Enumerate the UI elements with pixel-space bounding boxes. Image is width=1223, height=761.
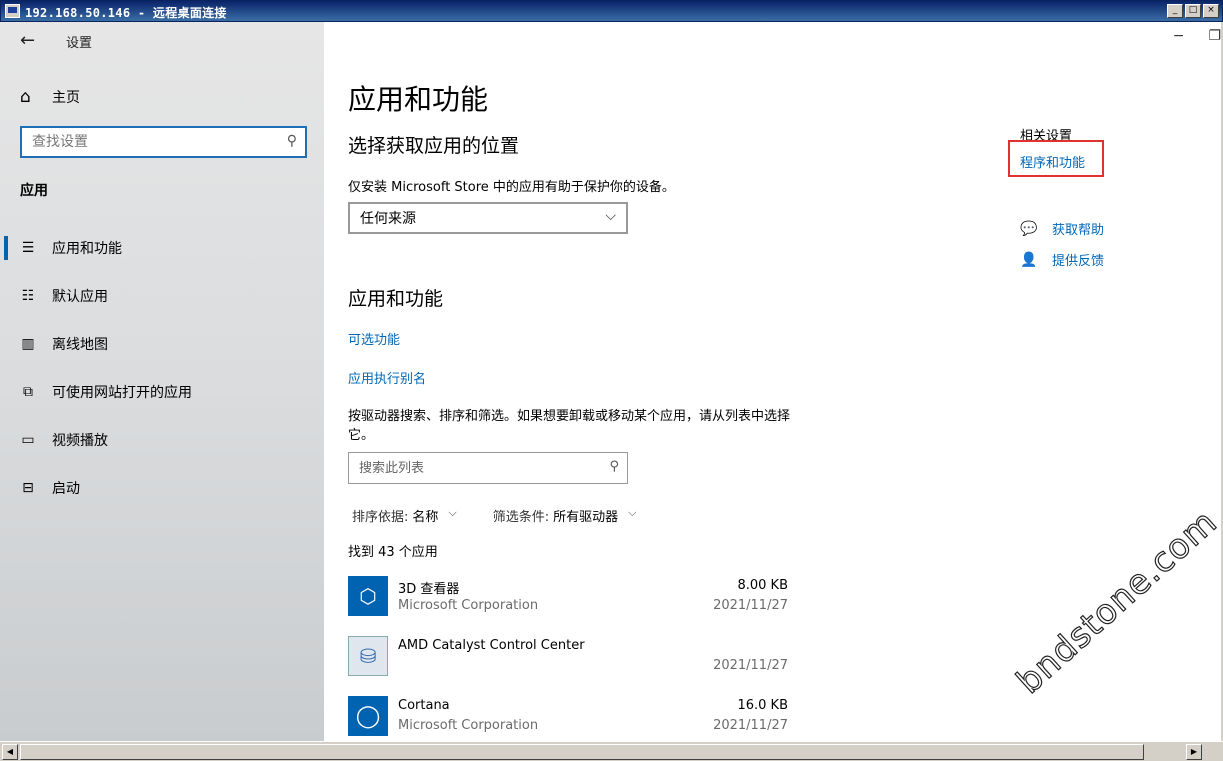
settings-search-input[interactable] (22, 128, 262, 156)
app-count: 找到 43 个应用 (348, 545, 438, 560)
get-help-link[interactable]: 💬 获取帮助 (1020, 219, 1105, 239)
rdp-app-icon (5, 4, 20, 18)
app-list-item[interactable]: ⬡ 3D 查看器 Microsoft Corporation 8.00 KB 2… (348, 576, 788, 626)
sidebar-item-label: 可使用网站打开的应用 (52, 385, 192, 401)
sidebar-item-label: 启动 (52, 481, 80, 497)
search-icon: ⚲ (286, 133, 297, 149)
list-filters: 排序依据: 名称 ⌵ 筛选条件: 所有驱动器 ⌵ (352, 506, 637, 525)
get-help-label: 获取帮助 (1052, 223, 1105, 238)
sort-by-dropdown[interactable]: 排序依据: 名称 ⌵ (352, 506, 457, 525)
sidebar-item-label: 离线地图 (52, 337, 108, 353)
sidebar-item-startup[interactable]: ⊟ 启动 (0, 470, 324, 506)
choose-source-description: 仅安装 Microsoft Store 中的应用有助于保护你的设备。 (348, 180, 675, 195)
app-name: Cortana (398, 698, 450, 713)
default-apps-icon: ☷ (21, 288, 35, 304)
rdp-window-controls: _ □ × (1167, 4, 1219, 18)
installer-package-icon: ⛁ (348, 636, 388, 676)
apps-features-heading: 应用和功能 (348, 288, 444, 310)
app-execution-alias-link[interactable]: 应用执行别名 (348, 368, 426, 387)
scroll-left-arrow-icon[interactable]: ◀ (2, 744, 18, 760)
back-arrow-icon[interactable]: ← (20, 30, 35, 51)
web-app-icon: ⧉ (23, 384, 33, 400)
app-source-dropdown[interactable]: 任何来源 ⌵ (348, 202, 628, 234)
choose-source-heading: 选择获取应用的位置 (348, 135, 520, 157)
sidebar: ← 设置 ⌂ 主页 ⚲ 应用 ☰ 应用和功能 ☷ 默认应用 ▥ 离线地图 ⧉ 可… (0, 22, 324, 741)
app-list-item[interactable]: ⛁ AMD Catalyst Control Center 2021/11/27 (348, 636, 788, 686)
filter-by-label: 筛选条件: (492, 510, 550, 525)
sort-by-label: 排序依据: (352, 510, 409, 525)
app-date: 2021/11/27 (713, 718, 788, 733)
map-icon: ▥ (21, 336, 35, 352)
give-feedback-label: 提供反馈 (1052, 254, 1105, 269)
scroll-right-arrow-icon[interactable]: ▶ (1186, 744, 1202, 760)
rdp-window-title: 192.168.50.146 - 远程桌面连接 (25, 6, 227, 20)
horizontal-scrollbar[interactable]: ◀ ▶ (0, 741, 1223, 761)
app-date: 2021/11/27 (713, 598, 788, 613)
minimize-icon[interactable]: − (1173, 28, 1185, 44)
rdp-minimize-button[interactable]: _ (1167, 4, 1183, 18)
scroll-thumb[interactable] (20, 744, 1144, 760)
filter-by-value: 所有驱动器 (553, 510, 619, 525)
section-label-apps: 应用 (20, 183, 48, 199)
sidebar-item-video[interactable]: ▭ 视频播放 (0, 422, 324, 458)
home-label: 主页 (52, 90, 80, 106)
settings-search[interactable]: ⚲ (20, 126, 307, 158)
optional-features-link[interactable]: 可选功能 (348, 329, 400, 348)
search-icon: ⚲ (609, 459, 619, 474)
app-size: 8.00 KB (737, 578, 788, 593)
startup-icon: ⊟ (22, 480, 34, 496)
3d-viewer-icon: ⬡ (348, 576, 388, 616)
app-name: AMD Catalyst Control Center (398, 638, 585, 653)
app-list-search-input[interactable] (349, 453, 589, 483)
search-description: 按驱动器搜索、排序和筛选。如果想要卸载或移动某个应用，请从列表中选择它。 (348, 409, 791, 443)
cortana-icon: ◯ (348, 696, 388, 736)
sidebar-item-offline-maps[interactable]: ▥ 离线地图 (0, 326, 324, 362)
app-size: 16.0 KB (737, 698, 788, 713)
sidebar-item-label: 应用和功能 (52, 241, 122, 257)
sidebar-item-apps-features[interactable]: ☰ 应用和功能 (0, 230, 324, 266)
app-publisher: Microsoft Corporation (398, 598, 539, 613)
settings-window-controls: − ❐ (1173, 28, 1221, 44)
app-name: 3D 查看器 (398, 582, 460, 597)
app-list-search[interactable]: ⚲ (348, 452, 628, 484)
sidebar-item-label: 默认应用 (52, 289, 108, 305)
feedback-person-icon: 👤 (1020, 251, 1038, 268)
app-list-item[interactable]: ◯ Cortana Microsoft Corporation 16.0 KB … (348, 696, 788, 746)
chevron-down-icon: ⌵ (448, 506, 457, 519)
rdp-maximize-button[interactable]: □ (1185, 4, 1201, 18)
chevron-down-icon: ⌵ (628, 506, 637, 519)
programs-features-link[interactable]: 程序和功能 (1020, 152, 1085, 171)
home-icon: ⌂ (20, 87, 31, 107)
sort-by-value: 名称 (412, 510, 439, 525)
app-source-value: 任何来源 (360, 211, 416, 227)
app-date: 2021/11/27 (713, 658, 788, 673)
give-feedback-link[interactable]: 👤 提供反馈 (1020, 250, 1105, 270)
sidebar-item-home[interactable]: ⌂ 主页 (20, 87, 80, 107)
sidebar-item-label: 视频播放 (52, 433, 108, 449)
chevron-down-icon: ⌵ (605, 208, 616, 224)
rdp-title-bar: 192.168.50.146 - 远程桌面连接 _ □ × (0, 0, 1223, 22)
help-chat-icon: 💬 (1020, 220, 1038, 237)
restore-icon[interactable]: ❐ (1208, 28, 1221, 44)
rdp-close-button[interactable]: × (1203, 4, 1219, 18)
sidebar-item-default-apps[interactable]: ☷ 默认应用 (0, 278, 324, 314)
app-publisher: Microsoft Corporation (398, 718, 539, 733)
settings-title: 设置 (66, 36, 93, 51)
video-icon: ▭ (21, 432, 35, 448)
page-title: 应用和功能 (348, 83, 489, 116)
sidebar-item-web-apps[interactable]: ⧉ 可使用网站打开的应用 (0, 374, 324, 410)
filter-by-dropdown[interactable]: 筛选条件: 所有驱动器 ⌵ (493, 506, 637, 525)
apps-list-icon: ☰ (21, 240, 35, 256)
